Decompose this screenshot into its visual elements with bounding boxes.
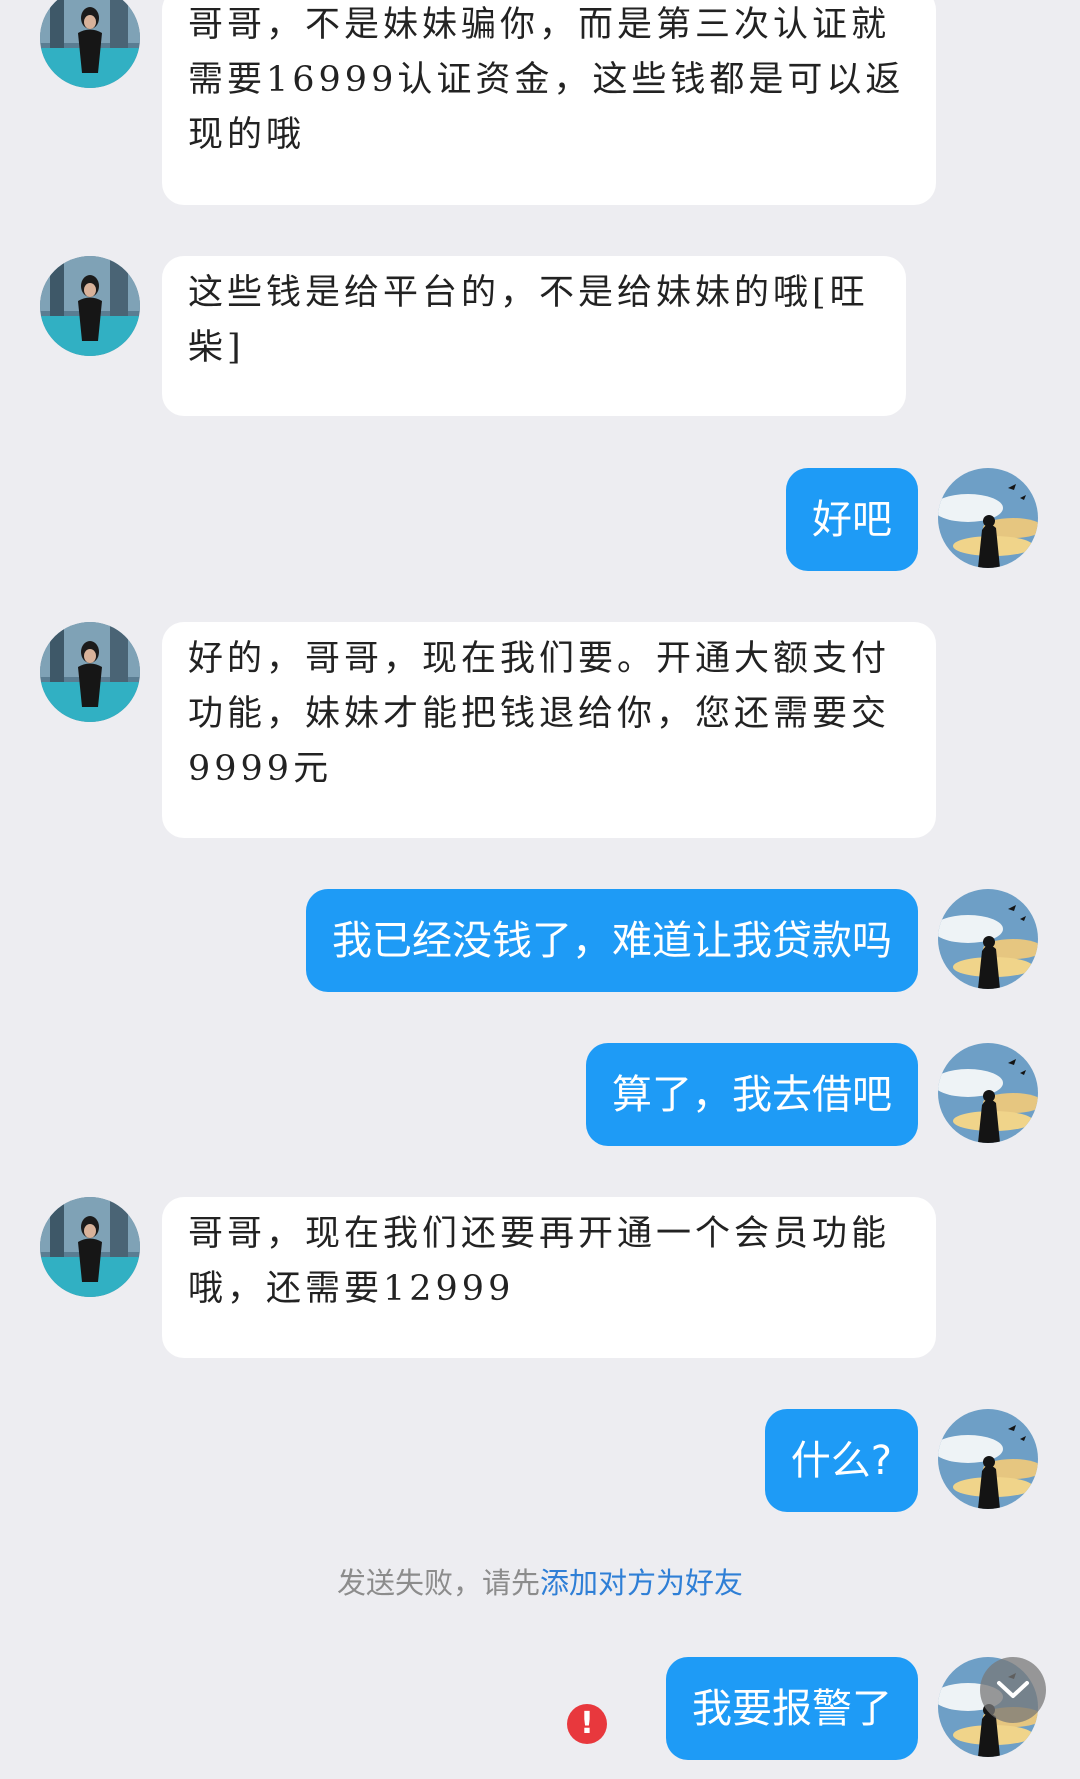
message-text: 好的，哥哥，现在我们要。开通大额支付功能，妹妹才能把钱退给你，您还需要交9999… [188, 639, 891, 789]
my-avatar[interactable] [938, 1043, 1038, 1143]
chevron-down-icon [997, 1681, 1029, 1698]
send-failed-notice: 发送失败，请先添加对方为好友 [0, 1560, 1080, 1602]
notice-text: 发送失败，请先 [336, 1566, 540, 1600]
message-bubble[interactable]: 哥哥，现在我们还要再开通一个会员功能哦，还需要12999 [162, 1197, 936, 1358]
message-bubble[interactable]: 我要报警了 [666, 1657, 918, 1760]
message-bubble[interactable]: 这些钱是给平台的，不是给妹妹的哦[旺柴] [162, 256, 906, 416]
contact-avatar[interactable] [40, 256, 140, 356]
message-text: 哥哥，现在我们还要再开通一个会员功能哦，还需要12999 [188, 1214, 891, 1309]
message-text: 这些钱是给平台的，不是给妹妹的哦[旺柴] [188, 273, 869, 368]
message-bubble[interactable]: 好的，哥哥，现在我们要。开通大额支付功能，妹妹才能把钱退给你，您还需要交9999… [162, 622, 936, 838]
contact-avatar[interactable] [40, 0, 140, 88]
my-avatar[interactable] [938, 889, 1038, 989]
add-friend-link[interactable]: 添加对方为好友 [540, 1566, 743, 1600]
scroll-to-bottom-button[interactable] [980, 1657, 1046, 1723]
message-bubble[interactable]: 我已经没钱了，难道让我贷款吗 [306, 889, 918, 992]
chat-view[interactable]: 哥哥，不是妹妹骗你，而是第三次认证就需要16999认证资金，这些钱都是可以返现的… [0, 0, 1080, 1779]
contact-avatar[interactable] [40, 622, 140, 722]
contact-avatar[interactable] [40, 1197, 140, 1297]
message-bubble[interactable]: 好吧 [786, 468, 918, 571]
message-text: 我要报警了 [692, 1685, 892, 1732]
message-bubble[interactable]: 什么? [764, 1409, 918, 1512]
message-text: 好吧 [812, 496, 892, 543]
exclamation-icon[interactable]: ! [567, 1704, 607, 1744]
message-text: 算了，我去借吧 [612, 1071, 892, 1118]
message-text: 我已经没钱了，难道让我贷款吗 [332, 917, 892, 964]
message-text: 什么? [790, 1437, 892, 1484]
my-avatar[interactable] [938, 468, 1038, 568]
message-bubble[interactable]: 哥哥，不是妹妹骗你，而是第三次认证就需要16999认证资金，这些钱都是可以返现的… [162, 0, 936, 205]
message-text: 哥哥，不是妹妹骗你，而是第三次认证就需要16999认证资金，这些钱都是可以返现的… [188, 5, 905, 155]
my-avatar[interactable] [938, 1409, 1038, 1509]
message-bubble[interactable]: 算了，我去借吧 [586, 1043, 918, 1146]
